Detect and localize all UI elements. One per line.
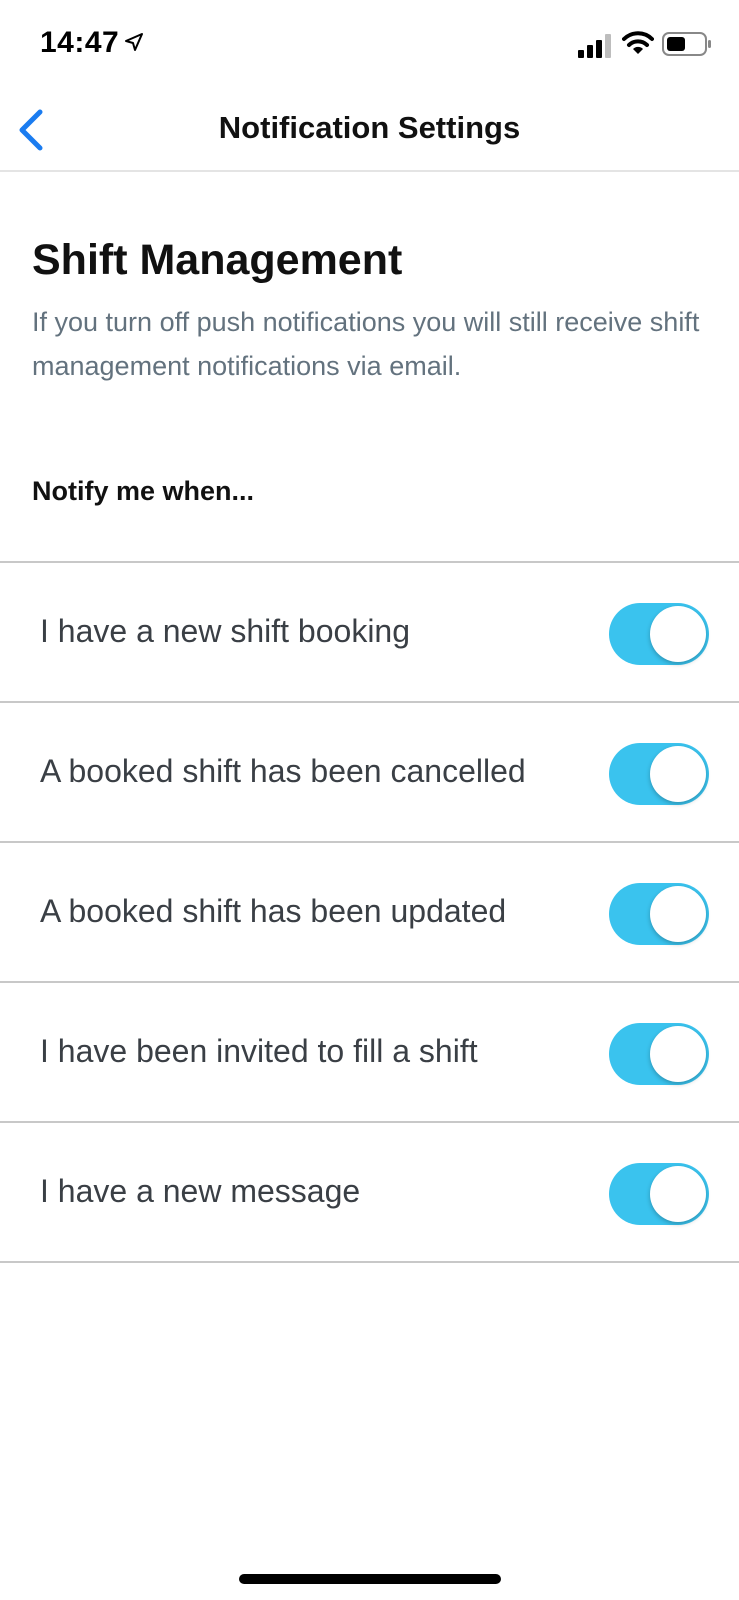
section-description: If you turn off push notifications you w… [32, 307, 700, 381]
toggle-shift-updated[interactable] [609, 883, 709, 945]
setting-label: A booked shift has been cancelled [40, 753, 526, 789]
setting-label: A booked shift has been updated [40, 893, 507, 929]
toggle-knob [650, 1026, 706, 1082]
navigation-bar: Notification Settings [0, 90, 739, 172]
toggle-knob [650, 606, 706, 662]
setting-label: I have been invited to fill a shift [40, 1033, 478, 1069]
location-arrow-icon [125, 33, 143, 51]
toggle-shift-cancelled[interactable] [609, 743, 709, 805]
section-title: Shift Management [32, 236, 403, 284]
toggle-new-message[interactable] [609, 1163, 709, 1225]
status-time: 14:47 [40, 26, 120, 59]
toggle-invited-to-shift[interactable] [609, 1023, 709, 1085]
toggle-knob [650, 1166, 706, 1222]
setting-label: I have a new message [40, 1173, 361, 1209]
setting-row-invited-to-shift: I have been invited to fill a shift [0, 983, 739, 1123]
home-indicator[interactable] [239, 1574, 501, 1584]
toggle-knob [650, 886, 706, 942]
setting-label: I have a new shift booking [40, 613, 411, 649]
setting-row-shift-updated: A booked shift has been updated [0, 843, 739, 983]
setting-row-shift-cancelled: A booked shift has been cancelled [0, 703, 739, 843]
toggle-knob [650, 746, 706, 802]
setting-row-new-message: I have a new message [0, 1123, 739, 1263]
signal-icon [578, 34, 611, 58]
status-bar: 14:47 [0, 0, 739, 90]
notify-label: Notify me when... [32, 476, 255, 506]
page-title: Notification Settings [218, 110, 521, 145]
setting-row-new-shift-booking: I have a new shift booking [0, 563, 739, 703]
battery-icon [662, 32, 711, 56]
toggle-new-shift-booking[interactable] [609, 603, 709, 665]
settings-list: I have a new shift booking A booked shif… [0, 561, 739, 1263]
wifi-icon [622, 31, 654, 54]
